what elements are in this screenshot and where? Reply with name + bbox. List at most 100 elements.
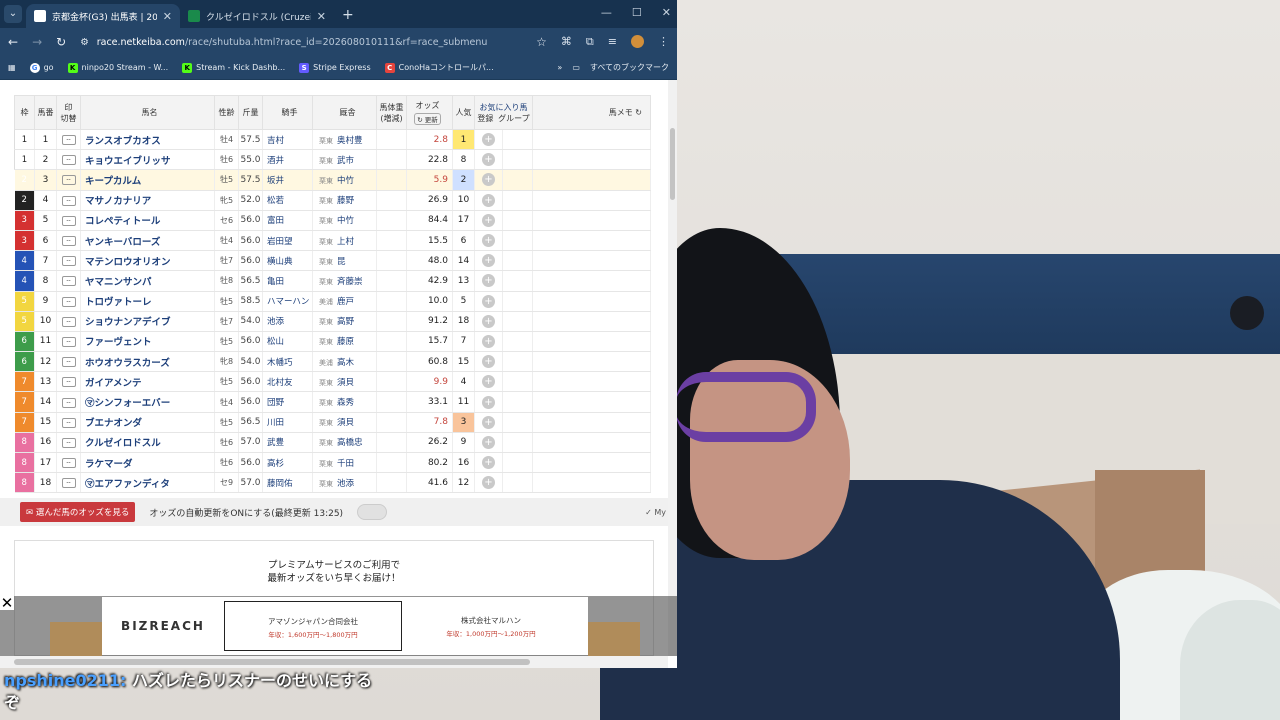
header-pop[interactable]: 人気 [452,95,475,130]
horse-row[interactable]: 4 7 -- マテンロウオリオン 牡7 56.0 横山典 栗東昆 48.0 14 + [14,250,651,272]
mark-select[interactable]: -- [56,472,81,494]
add-favorite-icon[interactable]: + [482,213,495,227]
horse-name-link[interactable]: ガイアメンテ [80,371,215,393]
memo-cell[interactable] [532,230,651,252]
horizontal-scrollbar[interactable] [0,656,668,668]
scroll-thumb[interactable] [670,128,675,200]
mark-select[interactable]: -- [56,371,81,393]
profile-avatar[interactable] [631,35,644,48]
mark-select[interactable]: -- [56,291,81,312]
trainer-link[interactable]: 上村 [337,237,354,247]
horse-name-link[interactable]: ㋮エアファンディタ [80,472,215,494]
memo-cell[interactable] [532,371,651,393]
jockey-link[interactable]: 岩田望 [262,230,313,252]
horse-name-link[interactable]: ランスオブカオス [80,129,215,151]
horse-row[interactable]: 7 13 -- ガイアメンテ 牡5 56.0 北村友 栗東 須貝 9.9 4 + [14,371,651,393]
memo-cell[interactable] [532,432,651,454]
trainer-link[interactable]: 池添 [337,479,354,489]
reload-icon[interactable]: ↻ [56,35,66,49]
view-selected-odds-button[interactable]: ✉ 選んだ馬のオッズを見る [20,502,136,522]
header-weight[interactable]: 斤量 [238,95,263,130]
trainer-link[interactable]: 斉藤崇 [337,277,363,287]
mark-toggle[interactable]: 切替 [57,113,80,124]
memo-cell[interactable] [532,472,651,494]
memo-cell[interactable] [532,270,651,292]
mark-select[interactable]: -- [56,432,81,454]
jockey-link[interactable]: 川田 [262,412,313,433]
add-favorite-icon[interactable]: + [482,274,495,288]
memo-cell[interactable] [532,452,651,474]
jockey-link[interactable]: 池添 [262,311,313,332]
trainer-link[interactable]: 奥村豊 [337,136,363,146]
mark-select[interactable]: -- [56,250,81,272]
trainer-link[interactable]: 中竹 [337,176,354,186]
header-mark[interactable]: 印切替 [56,95,81,130]
translate-icon[interactable]: ⌘ [561,35,572,49]
trainer-link[interactable]: 森秀 [337,398,354,408]
memo-refresh-icon[interactable]: ↻ [635,108,642,117]
bookmarks-more-button[interactable]: » [557,63,562,72]
apps-icon[interactable]: ▦ [8,63,16,72]
add-favorite-icon[interactable]: + [482,234,495,248]
menu-icon[interactable]: ⋮ [658,35,669,49]
mark-select[interactable]: -- [56,230,81,252]
horse-name-link[interactable]: トロヴァトーレ [80,291,215,312]
horse-name-link[interactable]: マテンロウオリオン [80,250,215,272]
horse-name-link[interactable]: ㋮シンフォーエバー [80,391,215,413]
jockey-link[interactable]: 松山 [262,331,313,353]
new-tab-button[interactable]: + [342,7,354,23]
trainer-link[interactable]: 高橋忠 [337,438,363,448]
close-tab-icon[interactable]: ✕ [317,10,326,23]
ad-banner[interactable]: BIZREACH アマゾンジャパン合同会社 年収：1,600万円〜1,800万円… [102,597,588,655]
site-info-icon[interactable]: ⚙ [80,37,89,48]
add-favorite-icon[interactable]: + [482,415,495,429]
trainer-link[interactable]: 須貝 [337,418,354,428]
ad-card[interactable]: アマゾンジャパン合同会社 年収：1,600万円〜1,800万円 [224,601,402,651]
jockey-link[interactable]: 武豊 [262,432,313,454]
jockey-link[interactable]: 亀田 [262,270,313,292]
vertical-scrollbar[interactable] [668,80,677,656]
add-favorite-icon[interactable]: + [482,456,495,470]
bookmark-ninpo20[interactable]: Kninpo20 Stream - W... [67,62,168,73]
horse-name-link[interactable]: キープカルム [80,169,215,191]
jockey-link[interactable]: 坂井 [262,169,313,191]
jockey-link[interactable]: 高杉 [262,452,313,474]
horse-row[interactable]: 5 10 -- ショウナンアデイブ 牡7 54.0 池添 栗東 高野 91.2 18 + [14,311,651,332]
horse-name-link[interactable]: ショウナンアデイブ [80,311,215,332]
url-field[interactable]: ⚙ race.netkeiba.com/race/shutuba.html?ra… [80,31,522,53]
trainer-link[interactable]: 藤原 [337,337,354,347]
tab-netkeiba[interactable]: 京都金杯(G3) 出馬表 | 2026年1 ✕ [26,4,180,28]
trainer-link[interactable]: 須貝 [337,378,354,388]
trainer-link[interactable]: 千田 [337,459,354,469]
odds-update-button[interactable]: ↻ 更新 [414,113,441,125]
horse-row[interactable]: 4 8 -- ヤマニンサンパ 牡8 56.5 亀田 栗東 斉藤崇 42.9 13 + [14,270,651,292]
all-bookmarks[interactable]: すべてのブックマーク [590,62,669,73]
trainer-link[interactable]: 鹿戸 [337,297,354,307]
ad-close-icon[interactable]: ✕ [0,596,14,611]
forward-icon[interactable]: → [32,35,42,49]
horse-name-link[interactable]: ブエナオンダ [80,412,215,433]
memo-cell[interactable] [532,291,651,312]
mark-select[interactable]: -- [56,129,81,151]
close-window-icon[interactable]: ✕ [662,6,671,19]
close-tab-icon[interactable]: ✕ [163,10,172,23]
add-favorite-icon[interactable]: + [482,193,495,207]
bookmark-kick-dashboard[interactable]: K Stream - Kick Dashb... [182,62,285,73]
mark-select[interactable]: -- [56,169,81,191]
horse-row[interactable]: 3 6 -- ヤンキーバローズ 牡4 56.0 岩田望 栗東 上村 15.5 6 + [14,230,651,252]
tab-search-icon[interactable]: ⌄ [4,5,22,23]
horse-row[interactable]: 8 17 -- ラケマーダ 牡6 56.0 高杉 栗東 千田 80.2 16 + [14,452,651,474]
memo-cell[interactable] [532,210,651,231]
add-favorite-icon[interactable]: + [482,334,495,348]
scroll-thumb[interactable] [14,659,530,665]
add-favorite-icon[interactable]: + [482,375,495,389]
horse-row[interactable]: 2 4 -- マサノカナリア 牝5 52.0 松若 栗東 藤野 26.9 10 + [14,190,651,211]
add-favorite-icon[interactable]: + [482,153,495,167]
memo-cell[interactable] [532,129,651,151]
add-favorite-icon[interactable]: + [482,133,495,147]
my-label[interactable]: ✓ My [645,508,666,517]
horse-row[interactable]: 6 12 -- ホウオウラスカーズ 牝8 54.0 木幡巧 美浦 高木 60.8 15 + [14,351,651,373]
memo-cell[interactable] [532,331,651,353]
trainer-link[interactable]: 高野 [337,317,354,327]
minimize-icon[interactable]: — [601,6,612,19]
